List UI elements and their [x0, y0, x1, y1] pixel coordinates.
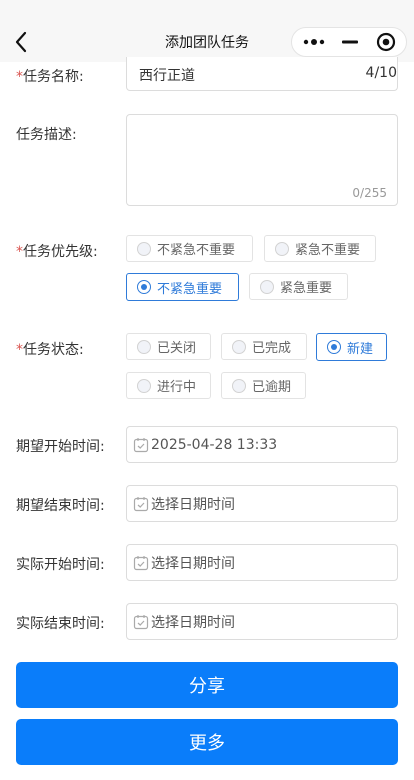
status-option[interactable]: 已完成: [221, 333, 307, 360]
radio-circle-icon: [137, 241, 151, 256]
status-option-selected[interactable]: 新建: [316, 333, 387, 361]
expected-end-picker[interactable]: 选择日期时间: [126, 485, 398, 522]
task-name-input[interactable]: 西行正道 4/10: [126, 57, 398, 91]
actual-start-value: 选择日期时间: [151, 555, 235, 572]
status-option[interactable]: 已逾期: [221, 372, 306, 399]
expected-end-label: 期望结束时间:: [16, 498, 105, 514]
radio-circle-icon: [232, 339, 246, 354]
task-name-count: 4/10: [365, 65, 397, 81]
mini-program-capsule: [291, 27, 407, 57]
share-button[interactable]: 分享: [16, 662, 398, 708]
task-desc-label: 任务描述:: [16, 127, 77, 143]
actual-end-picker[interactable]: 选择日期时间: [126, 603, 398, 640]
radio-circle-icon: [275, 241, 289, 256]
task-name-value: 西行正道: [139, 68, 195, 84]
radio-checked-icon: [137, 280, 151, 294]
task-desc-textarea[interactable]: 0/255: [126, 114, 398, 206]
radio-checked-icon: [327, 340, 341, 354]
actual-end-value: 选择日期时间: [151, 614, 235, 631]
radio-circle-icon: [232, 378, 246, 393]
expected-start-label: 期望开始时间:: [16, 439, 105, 455]
status-option[interactable]: 进行中: [126, 372, 211, 399]
close-circle-icon[interactable]: [364, 28, 408, 56]
radio-circle-icon: [137, 339, 151, 354]
priority-option[interactable]: 紧急不重要: [264, 235, 376, 262]
actual-start-picker[interactable]: 选择日期时间: [126, 544, 398, 581]
priority-option[interactable]: 不紧急不重要: [126, 235, 253, 262]
radio-circle-icon: [260, 279, 274, 294]
radio-circle-icon: [137, 378, 151, 393]
required-mark: *: [16, 69, 23, 85]
calendar-icon: [133, 555, 149, 570]
nav-bar: 添加团队任务: [0, 0, 414, 62]
calendar-icon: [133, 614, 149, 629]
actual-start-label: 实际开始时间:: [16, 557, 105, 573]
status-label: *任务状态:: [16, 342, 84, 358]
calendar-icon: [133, 437, 149, 452]
task-name-label: *任务名称:: [16, 69, 84, 85]
priority-option-selected[interactable]: 不紧急重要: [126, 273, 239, 301]
priority-option[interactable]: 紧急重要: [249, 273, 348, 300]
expected-start-value: 2025-04-28 13:33: [151, 436, 278, 453]
calendar-icon: [133, 496, 149, 511]
more-button[interactable]: 更多: [16, 719, 398, 765]
task-desc-count: 0/255: [352, 186, 387, 200]
actual-end-label: 实际结束时间:: [16, 616, 105, 632]
status-option[interactable]: 已关闭: [126, 333, 211, 360]
priority-label: *任务优先级:: [16, 244, 98, 260]
expected-end-value: 选择日期时间: [151, 496, 235, 513]
expected-start-picker[interactable]: 2025-04-28 13:33: [126, 426, 398, 463]
